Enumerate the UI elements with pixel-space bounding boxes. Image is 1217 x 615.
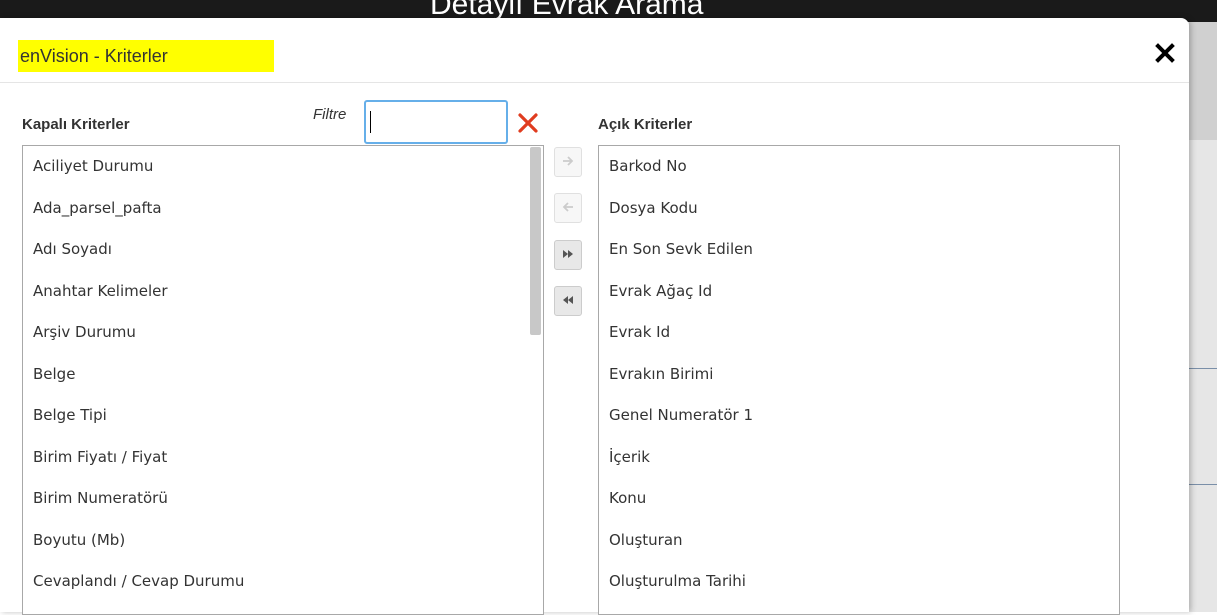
filter-input[interactable] xyxy=(364,100,508,144)
list-item[interactable]: Adı Soyadı xyxy=(23,229,543,271)
list-item[interactable]: Birim Numeratörü xyxy=(23,478,543,520)
double-arrow-left-icon xyxy=(561,292,575,311)
list-item[interactable]: Evrak Id xyxy=(599,312,1119,354)
move-all-right-button[interactable] xyxy=(554,240,582,270)
text-caret xyxy=(370,111,371,133)
list-item[interactable]: Arşiv Durumu xyxy=(23,312,543,354)
list-item[interactable]: Birim Fiyatı / Fiyat xyxy=(23,437,543,479)
move-all-left-button[interactable] xyxy=(554,286,582,316)
clear-x-icon[interactable] xyxy=(516,111,540,135)
list-item[interactable]: Aciliyet Durumu xyxy=(23,146,543,188)
list-item[interactable]: Belge Tipi xyxy=(23,395,543,437)
list-item[interactable]: Barkod No xyxy=(599,146,1119,188)
list-item[interactable]: Konu xyxy=(599,478,1119,520)
filter-label: Filtre xyxy=(313,106,347,123)
arrow-left-icon xyxy=(561,199,575,218)
dialog-title: enVision - Kriterler xyxy=(18,40,274,72)
list-item[interactable]: Anahtar Kelimeler xyxy=(23,271,543,313)
list-item[interactable]: İçerik xyxy=(599,437,1119,479)
list-scrollbar[interactable] xyxy=(530,147,541,335)
list-item[interactable]: Evrakın Birimi xyxy=(599,354,1119,396)
closed-criteria-list[interactable]: Aciliyet Durumu Ada_parsel_pafta Adı Soyad… xyxy=(22,145,544,615)
list-item[interactable]: Boyutu (Mb) xyxy=(23,520,543,562)
double-arrow-right-icon xyxy=(561,246,575,265)
list-item[interactable]: Belge xyxy=(23,354,543,396)
move-left-button[interactable] xyxy=(554,193,582,223)
arrow-right-icon xyxy=(561,153,575,172)
open-criteria-list[interactable]: Barkod No Dosya Kodu En Son Sevk Edilen Evr… xyxy=(598,145,1120,615)
list-item[interactable]: Ada_parsel_pafta xyxy=(23,188,543,230)
list-item[interactable]: Oluşturulma Tarihi xyxy=(599,561,1119,603)
open-criteria-label: Açık Kriterler xyxy=(598,116,693,133)
dialog-header: enVision - Kriterler xyxy=(0,18,1189,83)
list-item[interactable]: Oluşturan xyxy=(599,520,1119,562)
list-item[interactable]: Cevaplandı / Cevap Durumu xyxy=(23,561,543,603)
close-icon[interactable] xyxy=(1154,42,1176,64)
closed-criteria-label: Kapalı Kriterler xyxy=(22,116,130,133)
list-item[interactable]: Evrak Ağaç Id xyxy=(599,271,1119,313)
list-item[interactable]: En Son Sevk Edilen xyxy=(599,229,1119,271)
move-right-button[interactable] xyxy=(554,147,582,177)
list-item[interactable]: Dosya Kodu xyxy=(599,188,1119,230)
background-page-edge xyxy=(1189,22,1217,612)
list-item[interactable]: Genel Numeratör 1 xyxy=(599,395,1119,437)
